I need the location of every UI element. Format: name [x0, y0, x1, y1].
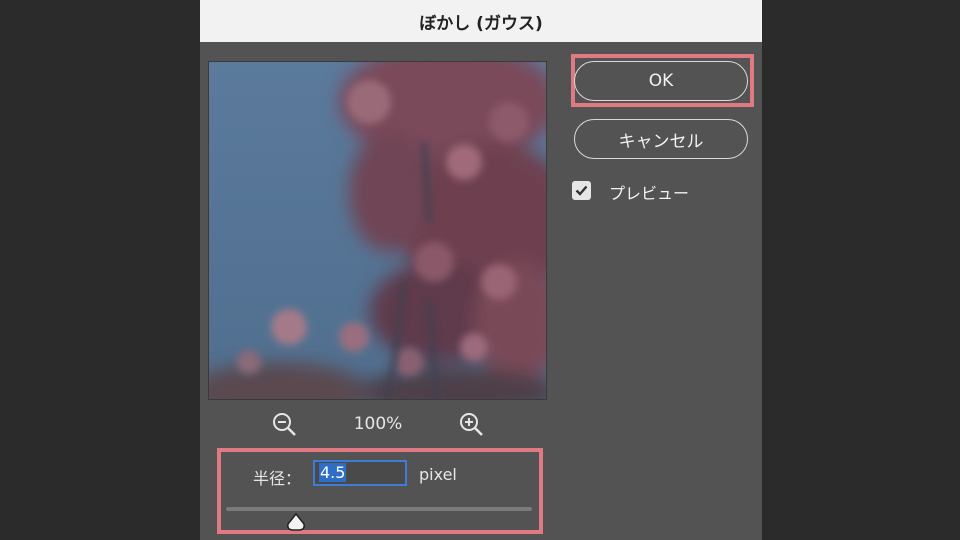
preview-checkbox[interactable] — [572, 181, 591, 200]
radius-input[interactable]: 4.5 — [313, 460, 407, 486]
radius-value: 4.5 — [319, 463, 347, 482]
ok-button[interactable]: OK — [574, 61, 748, 101]
zoom-in-icon[interactable] — [459, 412, 485, 438]
radius-panel: 半径： 4.5 pixel — [217, 448, 543, 534]
dialog-title: ぼかし (ガウス) — [200, 0, 762, 42]
zoom-level: 100% — [353, 414, 403, 434]
radius-slider-track[interactable] — [226, 507, 532, 511]
gaussian-blur-dialog: ぼかし (ガウス) 100% 半径： 4.5 pixel OK キャンセル プレ… — [200, 0, 762, 540]
radius-slider-thumb[interactable] — [285, 512, 307, 532]
blurred-cherry-blossom-image — [209, 62, 546, 399]
zoom-out-icon[interactable] — [272, 412, 298, 438]
checkmark-icon — [575, 185, 588, 196]
preview-image[interactable] — [208, 61, 547, 400]
radius-unit: pixel — [419, 465, 457, 484]
cancel-button[interactable]: キャンセル — [574, 119, 748, 159]
zoom-controls: 100% — [208, 410, 548, 440]
preview-label[interactable]: プレビュー — [609, 180, 689, 204]
radius-label: 半径： — [253, 469, 302, 488]
